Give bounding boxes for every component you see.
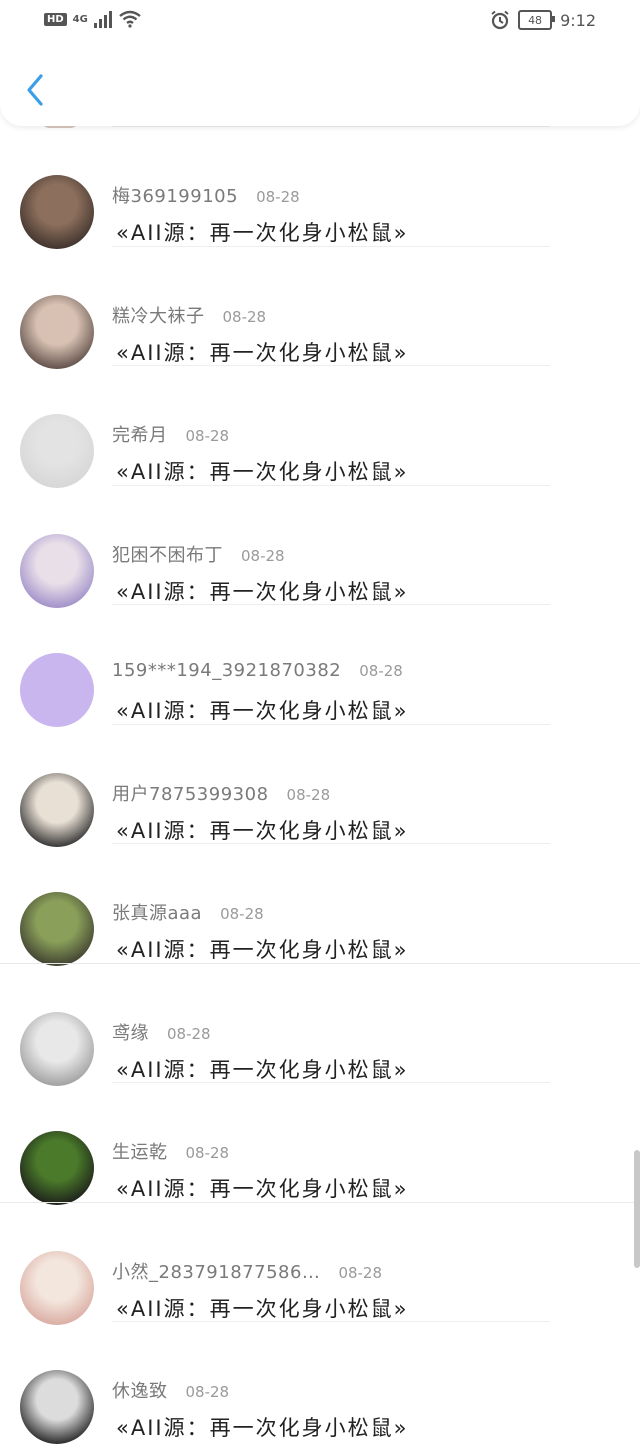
message-text: «AII源：再一次化身小松鼠» bbox=[116, 1177, 409, 1201]
name-row: 生运乾 08-28 bbox=[112, 1138, 229, 1164]
wifi-icon bbox=[119, 10, 141, 28]
divider bbox=[112, 843, 550, 844]
avatar[interactable] bbox=[20, 772, 94, 847]
avatar[interactable] bbox=[20, 653, 94, 727]
divider bbox=[112, 723, 550, 725]
list-item[interactable]: 小然_283791877586… 08-28 «AII源：再一次化身小松鼠» bbox=[0, 1201, 640, 1325]
avatar[interactable] bbox=[20, 175, 94, 249]
divider bbox=[112, 365, 550, 366]
divider bbox=[112, 245, 550, 247]
avatar[interactable] bbox=[20, 1011, 94, 1086]
date: 08-28 bbox=[241, 546, 285, 565]
list-item[interactable]: 糕冷大袜子 08-28 «AII源：再一次化身小松鼠» bbox=[0, 245, 640, 369]
list-item[interactable]: 鸢缘 08-28 «AII源：再一次化身小松鼠» bbox=[0, 962, 640, 1086]
divider bbox=[112, 1321, 550, 1322]
user-name[interactable]: 159***194_3921870382 bbox=[112, 660, 341, 681]
user-name[interactable]: 张真源aaa bbox=[112, 899, 202, 925]
name-row: 完希月 08-28 bbox=[112, 421, 229, 447]
signal-icon bbox=[93, 10, 112, 28]
list-item[interactable]: 生运乾 08-28 «AII源：再一次化身小松鼠» bbox=[0, 1082, 640, 1205]
name-row: 159***194_3921870382 08-28 bbox=[112, 660, 403, 681]
user-name[interactable]: 糕冷大袜子 bbox=[112, 302, 205, 328]
list-item[interactable]: 完希月 08-28 «AII源：再一次化身小松鼠» bbox=[0, 365, 640, 488]
name-row: 犯困不困布丁 08-28 bbox=[112, 541, 285, 567]
battery-icon: 48 bbox=[518, 10, 556, 30]
list-item[interactable]: 犯困不困布丁 08-28 «AII源：再一次化身小松鼠» bbox=[0, 484, 640, 608]
hd-badge: HD bbox=[44, 12, 67, 26]
user-name[interactable]: 休逸致 bbox=[112, 1377, 168, 1403]
date: 08-28 bbox=[220, 905, 264, 923]
message-text: «AII源：再一次化身小松鼠» bbox=[116, 1296, 409, 1321]
avatar[interactable] bbox=[20, 294, 94, 369]
date: 08-28 bbox=[286, 785, 331, 804]
date: 08-28 bbox=[185, 427, 230, 445]
name-row: 糕冷大袜子 08-28 bbox=[112, 302, 266, 328]
message-text: «AII源：再一次化身小松鼠» bbox=[116, 818, 409, 843]
list-item[interactable]: 休逸致 08-28 «AII源：再一次化身小松鼠» bbox=[0, 1321, 640, 1444]
divider bbox=[0, 1201, 640, 1203]
divider bbox=[112, 1082, 550, 1083]
battery-level: 48 bbox=[528, 13, 543, 27]
avatar[interactable] bbox=[20, 533, 94, 608]
message-text: «AII源：再一次化身小松鼠» bbox=[116, 699, 409, 723]
date: 08-28 bbox=[359, 662, 403, 680]
avatar[interactable] bbox=[20, 1250, 94, 1325]
chevron-left-icon bbox=[27, 74, 43, 106]
list-item[interactable]: 梅369199105 08-28 «AII源：再一次化身小松鼠» bbox=[0, 126, 640, 249]
scrollbar[interactable] bbox=[634, 1150, 640, 1268]
user-name[interactable]: 梅369199105 bbox=[112, 182, 238, 208]
message-text: «AII源：再一次化身小松鼠» bbox=[116, 460, 409, 484]
back-button[interactable] bbox=[22, 70, 50, 110]
user-list: 梅369199105 08-28 «AII源：再一次化身小松鼠» 糕冷大袜子 08-28… bbox=[0, 118, 640, 1444]
status-time: 9:12 bbox=[560, 10, 596, 30]
user-name[interactable]: 用户7875399308 bbox=[112, 780, 269, 806]
date: 08-28 bbox=[222, 307, 267, 326]
divider bbox=[112, 604, 550, 605]
name-row: 小然_283791877586… 08-28 bbox=[112, 1258, 382, 1284]
name-row: 梅369199105 08-28 bbox=[112, 182, 300, 208]
message-text: «AII源：再一次化身小松鼠» bbox=[116, 221, 409, 245]
message-text: «AII源：再一次化身小松鼠» bbox=[116, 1057, 409, 1082]
status-bar: HD 4G 48 9:12 bbox=[0, 8, 640, 36]
message-text: «AII源：再一次化身小松鼠» bbox=[116, 579, 409, 604]
date: 08-28 bbox=[256, 188, 300, 206]
message-text: «AII源：再一次化身小松鼠» bbox=[116, 340, 409, 365]
message-text: «AII源：再一次化身小松鼠» bbox=[116, 938, 409, 962]
name-row: 用户7875399308 08-28 bbox=[112, 780, 330, 806]
name-row: 鸢缘 08-28 bbox=[112, 1019, 211, 1045]
message-text: «AII源：再一次化身小松鼠» bbox=[116, 1416, 409, 1440]
name-row: 张真源aaa 08-28 bbox=[112, 899, 264, 925]
user-name[interactable]: 犯困不困布丁 bbox=[112, 541, 223, 567]
avatar[interactable] bbox=[20, 1370, 94, 1444]
avatar[interactable] bbox=[20, 892, 94, 966]
user-name[interactable]: 鸢缘 bbox=[112, 1019, 149, 1045]
avatar[interactable] bbox=[20, 1131, 94, 1205]
name-row: 休逸致 08-28 bbox=[112, 1377, 229, 1403]
list-item[interactable]: 用户7875399308 08-28 «AII源：再一次化身小松鼠» bbox=[0, 723, 640, 847]
date: 08-28 bbox=[338, 1263, 383, 1282]
avatar[interactable] bbox=[20, 414, 94, 488]
user-name[interactable]: 小然_283791877586… bbox=[112, 1258, 320, 1284]
date: 08-28 bbox=[167, 1024, 211, 1043]
top-header: HD 4G 48 9:12 bbox=[0, 0, 640, 126]
list-item[interactable]: 159***194_3921870382 08-28 «AII源：再一次化身小松鼠» bbox=[0, 604, 640, 727]
divider bbox=[0, 962, 640, 964]
network-type: 4G bbox=[72, 13, 88, 25]
user-name[interactable]: 生运乾 bbox=[112, 1138, 168, 1164]
user-name[interactable]: 完希月 bbox=[112, 421, 168, 447]
divider bbox=[112, 484, 550, 486]
divider bbox=[112, 126, 550, 127]
date: 08-28 bbox=[185, 1144, 230, 1162]
alarm-icon bbox=[491, 10, 509, 30]
date: 08-28 bbox=[185, 1383, 230, 1401]
list-item[interactable]: 张真源aaa 08-28 «AII源：再一次化身小松鼠» bbox=[0, 843, 640, 966]
